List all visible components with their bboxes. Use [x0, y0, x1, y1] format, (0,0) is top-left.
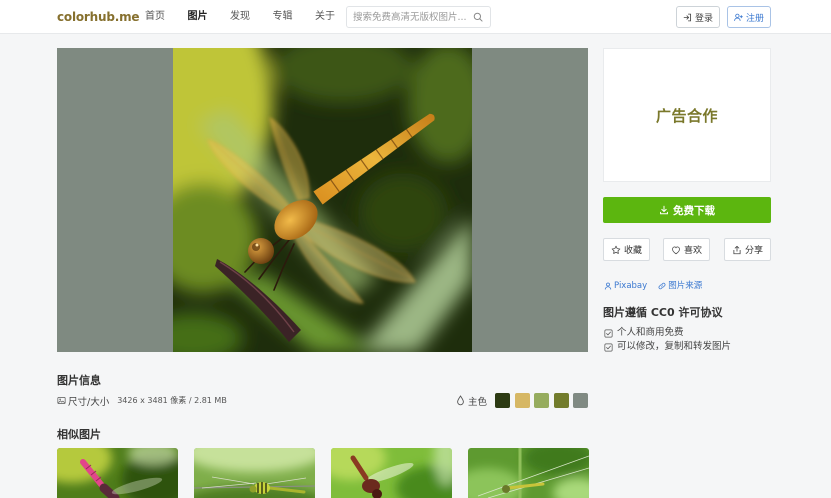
login-button[interactable]: 登录 [676, 6, 720, 28]
star-icon [611, 245, 621, 254]
register-label: 注册 [745, 13, 764, 24]
search-icon[interactable] [473, 12, 483, 22]
nav-item-discover[interactable]: 发现 [230, 9, 273, 25]
link-icon [658, 282, 666, 290]
photo-viewer [57, 48, 588, 352]
similar-photo-thumbnail[interactable] [331, 448, 452, 498]
user-icon [604, 282, 612, 290]
dragonfly-head [248, 238, 274, 264]
main-color-swatch[interactable] [514, 393, 530, 408]
license-item: 可以修改，复制和转发图片 [604, 340, 731, 354]
login-label: 登录 [694, 13, 713, 24]
nav-item-photos[interactable]: 图片 [188, 9, 231, 25]
thumbnail-image [468, 448, 589, 498]
ad-banner[interactable]: 广告合作 [603, 48, 771, 182]
similar-photo-thumbnail[interactable] [194, 448, 315, 498]
favorite-label: 收藏 [623, 246, 642, 256]
similar-photo-thumbnail[interactable] [468, 448, 589, 498]
main-nav: 首页 图片 发现 专辑 关于 [145, 9, 358, 25]
like-button[interactable]: 喜欢 [663, 238, 710, 261]
thumbnail-image [331, 448, 452, 498]
site-logo[interactable]: colorhub.me [57, 9, 140, 25]
image-info-title: 图片信息 [57, 374, 101, 387]
download-label: 免费下载 [673, 204, 715, 217]
user-plus-icon [734, 13, 743, 21]
size-value: 3426 x 3481 像素 / 2.81 MB [117, 396, 227, 405]
license-item-text: 个人和商用免费 [617, 327, 684, 338]
main-color-swatch[interactable] [495, 393, 510, 408]
author-link[interactable]: Pixabay [604, 280, 647, 292]
like-label: 喜欢 [683, 246, 702, 256]
nav-item-albums[interactable]: 专辑 [273, 9, 316, 25]
license-item-text: 可以修改，复制和转发图片 [617, 341, 732, 352]
ad-text: 广告合作 [655, 106, 718, 125]
main-color-swatches [495, 393, 588, 408]
source-link[interactable]: 图片来源 [658, 280, 702, 292]
main-color-label-group: 主色 [456, 394, 488, 408]
main-color-label: 主色 [468, 396, 488, 408]
size-label: 尺寸/大小 [68, 396, 110, 408]
top-navbar: colorhub.me 首页 图片 发现 专辑 关于 登录 注册 [0, 0, 831, 34]
drop-icon [457, 395, 464, 406]
favorite-button[interactable]: 收藏 [603, 238, 650, 261]
photo-credits: Pixabay 图片来源 [604, 280, 702, 292]
source-label: 图片来源 [668, 281, 703, 291]
similar-photos-title: 相似图片 [57, 428, 101, 441]
image-size-info: 尺寸/大小 3426 x 3481 像素 / 2.81 MB [57, 394, 227, 408]
search-input[interactable] [353, 10, 471, 24]
heart-icon [672, 245, 680, 254]
thumbnail-image [57, 448, 178, 498]
thumbnail-image [194, 448, 315, 498]
login-icon [683, 13, 691, 21]
main-color-swatch[interactable] [553, 393, 569, 408]
free-download-button[interactable]: 免费下载 [603, 197, 771, 223]
license-title: 图片遵循 CC0 许可协议 [603, 306, 723, 319]
checkbox-icon [604, 342, 613, 352]
download-icon [660, 205, 668, 215]
checkbox-icon [604, 328, 613, 338]
image-icon [57, 397, 66, 404]
share-button[interactable]: 分享 [724, 238, 771, 261]
share-label: 分享 [744, 246, 763, 256]
share-icon [733, 245, 741, 254]
license-list: 个人和商用免费 可以修改，复制和转发图片 [604, 326, 731, 354]
similar-photo-thumbnail[interactable] [57, 448, 178, 498]
main-color-swatch[interactable] [573, 393, 588, 408]
license-item: 个人和商用免费 [604, 326, 731, 340]
register-button[interactable]: 注册 [727, 6, 771, 28]
main-photo[interactable] [173, 48, 472, 352]
author-name: Pixabay [614, 281, 648, 291]
main-color-swatch[interactable] [534, 393, 549, 408]
search-box [346, 6, 491, 28]
nav-item-home[interactable]: 首页 [145, 9, 188, 25]
